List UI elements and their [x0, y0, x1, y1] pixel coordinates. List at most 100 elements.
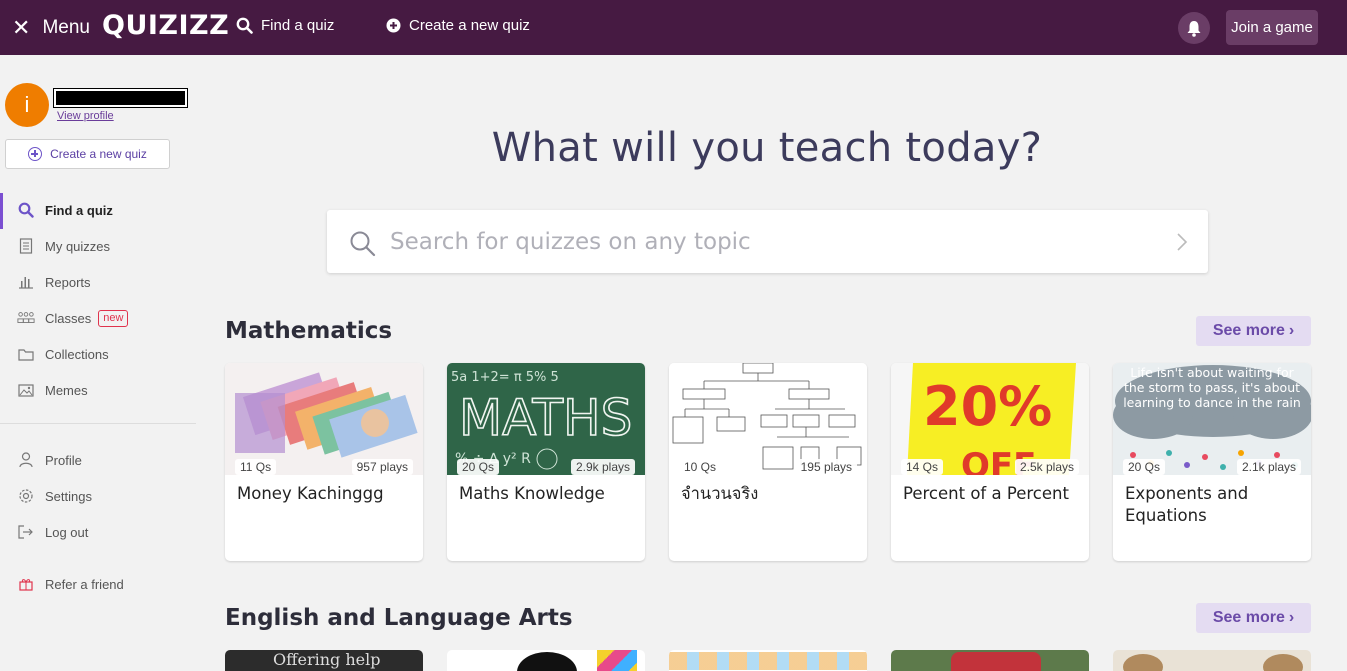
new-badge: new [98, 309, 129, 327]
quizizz-logo[interactable]: QUIZIZZ [102, 10, 229, 41]
search-icon [350, 231, 376, 257]
plus-circle-icon [28, 147, 43, 161]
avatar[interactable]: i [5, 83, 49, 127]
sidebar-create-label: Create a new quiz [50, 147, 147, 161]
menu-label: Menu [42, 17, 90, 38]
see-more-label: See more [1212, 609, 1285, 626]
plus-circle-icon [386, 18, 401, 33]
quiz-card[interactable]: 10 Qs 195 plays จำนวนจริง [669, 363, 867, 561]
bar-chart-icon [17, 273, 35, 291]
sidebar-divider [0, 423, 196, 424]
gift-icon [17, 575, 35, 593]
play-count: 2.5k plays [1014, 459, 1079, 475]
play-count: 195 plays [795, 459, 857, 475]
see-more-mathematics-button[interactable]: See more › [1196, 316, 1311, 346]
thumbnail-animal [1123, 654, 1163, 671]
thumbnail-stripes [597, 650, 637, 671]
chevron-right-icon: › [1288, 322, 1295, 339]
user-icon [17, 451, 35, 469]
question-count: 20 Qs [1123, 459, 1166, 475]
quiz-title: Maths Knowledge [459, 484, 605, 503]
find-quiz-label: Find a quiz [261, 17, 335, 34]
search-icon [17, 201, 35, 219]
find-quiz-link[interactable]: Find a quiz [236, 17, 334, 34]
gear-icon [17, 487, 35, 505]
sidebar-item-label: Reports [45, 274, 91, 290]
svg-text:5a 1+2= π 5% 5: 5a 1+2= π 5% 5 [451, 370, 559, 385]
play-count: 2.9k plays [570, 459, 635, 475]
play-count: 957 plays [351, 459, 413, 475]
join-game-button[interactable]: Join a game [1226, 10, 1318, 45]
sidebar-item-label: Classes [45, 310, 92, 326]
sidebar-item-label: Profile [45, 452, 82, 468]
percent-sign-text: 20% [923, 375, 1052, 438]
quiz-title: จำนวนจริง [681, 484, 759, 503]
view-profile-link[interactable]: View profile [57, 110, 114, 122]
sidebar-item-collections[interactable]: Collections [0, 337, 198, 371]
sidebar-item-find-quiz[interactable]: Find a quiz [0, 193, 198, 229]
sidebar-item-label: My quizzes [45, 238, 111, 254]
quiz-card-partial[interactable] [1113, 650, 1311, 671]
chevron-right-icon: › [1288, 609, 1295, 626]
see-more-english-button[interactable]: See more › [1196, 603, 1311, 633]
quiz-card[interactable]: 11 Qs 957 plays Money Kachinggg [225, 363, 423, 561]
thumbnail-animal [1263, 654, 1303, 671]
sidebar-item-reports[interactable]: Reports [0, 265, 198, 299]
question-count: 11 Qs [235, 459, 277, 475]
see-more-label: See more [1212, 322, 1285, 339]
sidebar-item-label: Log out [45, 524, 89, 540]
menu-button[interactable]: ✕ Menu [12, 14, 90, 42]
notifications-button[interactable] [1178, 12, 1210, 44]
top-bar: ✕ Menu QUIZIZZ Find a quiz Create a new … [0, 0, 1347, 55]
section-title-english: English and Language Arts [225, 605, 573, 631]
quiz-card[interactable]: Life isn't about waiting for the storm t… [1113, 363, 1311, 561]
sidebar-item-settings[interactable]: Settings [0, 479, 198, 513]
section-title-mathematics: Mathematics [225, 318, 393, 344]
sidebar-item-label: Settings [45, 488, 92, 504]
sidebar-item-logout[interactable]: Log out [0, 515, 198, 549]
close-icon: ✕ [12, 15, 31, 40]
document-icon [17, 237, 35, 255]
sidebar-item-label: Memes [45, 382, 88, 398]
thumbnail-shape [517, 652, 577, 671]
search-icon [236, 17, 253, 34]
quiz-card-partial[interactable] [447, 650, 645, 671]
classes-icon [17, 309, 35, 327]
quiz-title: Exponents and Equations [1125, 484, 1249, 525]
sidebar-item-refer-friend[interactable]: Refer a friend [0, 567, 198, 601]
quiz-card[interactable]: 20% OFF 14 Qs 2.5k plays Percent of a Pe… [891, 363, 1089, 561]
sidebar-create-quiz-button[interactable]: Create a new quiz [5, 139, 170, 169]
quiz-title: Percent of a Percent [903, 484, 1069, 503]
logout-icon [17, 523, 35, 541]
thumbnail-kids-illustration [669, 652, 867, 670]
sidebar-item-label: Refer a friend [45, 576, 124, 592]
question-count: 10 Qs [679, 459, 722, 475]
sidebar: i View profile Create a new quiz Find a … [0, 55, 200, 671]
folder-icon [17, 345, 35, 363]
question-count: 20 Qs [457, 459, 500, 475]
quiz-card-partial[interactable] [891, 650, 1089, 671]
sidebar-item-label: Find a quiz [45, 202, 113, 218]
offering-help-text: Offering help [273, 650, 381, 669]
play-count: 2.1k plays [1236, 459, 1301, 475]
sidebar-item-my-quizzes[interactable]: My quizzes [0, 229, 198, 263]
rain-quote-text: Life isn't about waiting for the storm t… [1123, 365, 1301, 410]
sidebar-item-memes[interactable]: Memes [0, 373, 198, 407]
sidebar-item-classes[interactable]: Classes new [0, 301, 198, 335]
page-headline: What will you teach today? [491, 125, 1043, 171]
bell-icon [1187, 20, 1201, 37]
create-quiz-link[interactable]: Create a new quiz [386, 17, 530, 34]
quiz-search-bar[interactable] [327, 210, 1208, 273]
quiz-card[interactable]: 5a 1+2= π 5% 5 MATHS % ÷ ∆ y² R 20 Qs 2.… [447, 363, 645, 561]
thumbnail-car [951, 652, 1041, 671]
chevron-right-icon[interactable] [1176, 232, 1188, 252]
image-icon [17, 381, 35, 399]
search-input[interactable] [390, 224, 1150, 260]
quiz-card-partial[interactable]: Offering help [225, 650, 423, 671]
quiz-card-partial[interactable] [669, 650, 867, 671]
quiz-title: Money Kachinggg [237, 484, 384, 503]
sidebar-item-label: Collections [45, 346, 109, 362]
create-quiz-label: Create a new quiz [409, 17, 530, 34]
question-count: 14 Qs [901, 459, 944, 475]
sidebar-item-profile[interactable]: Profile [0, 443, 198, 477]
